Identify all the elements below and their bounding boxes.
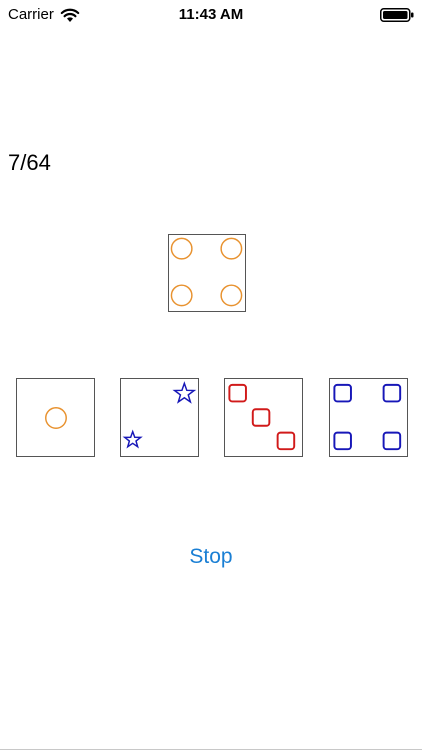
square-symbol [333, 383, 352, 403]
circle-symbol [45, 407, 67, 429]
choice-card-three-red-squares[interactable] [224, 378, 303, 457]
choice-card-two-blue-stars[interactable] [120, 378, 199, 457]
choice-card-four-blue-squares[interactable] [329, 378, 408, 457]
circle-symbol [170, 284, 193, 307]
status-time: 11:43 AM [178, 6, 244, 23]
progress-counter: 7/64 [8, 150, 51, 175]
target-card [168, 234, 246, 312]
square-symbol [333, 431, 352, 451]
square-symbol [382, 383, 402, 403]
choice-card-one-symbols [45, 407, 67, 429]
square-symbol [276, 431, 296, 451]
square-symbol [251, 408, 271, 427]
circle-symbol [220, 284, 243, 307]
battery-icon [380, 8, 414, 22]
target-card-symbols [170, 237, 243, 307]
status-bar: Carrier 11:43 AM [0, 0, 422, 30]
choice-card-three-symbols [228, 383, 296, 451]
choice-card-two-symbols [122, 381, 197, 449]
circle-symbol [220, 237, 243, 260]
star-symbol [172, 381, 197, 404]
square-symbol [382, 431, 402, 451]
choice-card-four-symbols [333, 383, 402, 451]
star-symbol [122, 429, 143, 449]
circle-symbol [170, 237, 193, 260]
square-symbol [228, 383, 247, 403]
choice-card-one-orange-circle[interactable] [16, 378, 95, 457]
stop-button[interactable]: Stop [161, 540, 261, 574]
